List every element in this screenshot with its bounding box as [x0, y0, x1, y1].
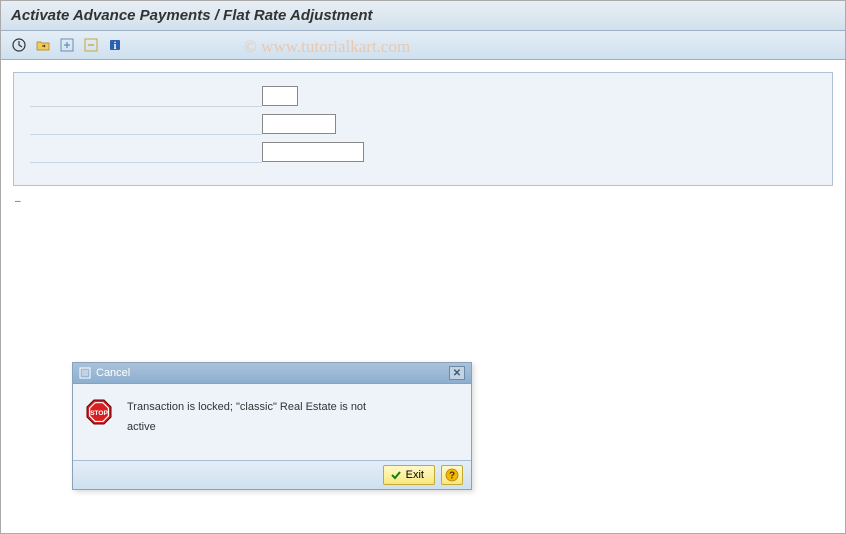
stray-mark: – [15, 196, 21, 207]
page-title: Activate Advance Payments / Flat Rate Ad… [11, 7, 373, 24]
form-input-3[interactable] [262, 142, 364, 162]
form-row-2 [30, 113, 816, 135]
dialog-title-text: Cancel [96, 367, 130, 379]
application-toolbar: i [1, 31, 845, 60]
dialog-footer: Exit ? [73, 460, 471, 489]
stop-icon: STOP [85, 398, 113, 426]
form-label-1 [30, 85, 262, 107]
clock-execute-icon [12, 38, 26, 52]
exit-button[interactable]: Exit [383, 465, 435, 485]
collapse-button[interactable] [81, 35, 101, 55]
svg-text:?: ? [449, 470, 455, 481]
dialog-titlebar: Cancel ✕ [73, 363, 471, 384]
expand-plus-icon [60, 38, 74, 52]
exit-button-label: Exit [406, 469, 424, 481]
dialog-list-icon [79, 367, 91, 379]
form-panel [13, 72, 833, 186]
form-label-2 [30, 113, 262, 135]
close-icon: ✕ [453, 368, 461, 379]
get-variant-button[interactable] [33, 35, 53, 55]
form-input-2[interactable] [262, 114, 336, 134]
info-icon: i [108, 38, 122, 52]
form-row-1 [30, 85, 816, 107]
cancel-dialog: Cancel ✕ STOP Transaction is locked; "cl… [72, 362, 472, 490]
help-button[interactable]: ? [441, 465, 463, 485]
svg-text:STOP: STOP [90, 410, 108, 417]
dialog-body: STOP Transaction is locked; "classic" Re… [73, 384, 471, 460]
info-button[interactable]: i [105, 35, 125, 55]
dialog-message: Transaction is locked; "classic" Real Es… [127, 398, 397, 438]
dialog-close-button[interactable]: ✕ [449, 366, 465, 380]
form-input-1[interactable] [262, 86, 298, 106]
form-row-3 [30, 141, 816, 163]
help-icon: ? [445, 468, 459, 482]
check-icon [390, 469, 402, 481]
execute-button[interactable] [9, 35, 29, 55]
content-area [1, 60, 845, 198]
collapse-minus-icon [84, 38, 98, 52]
expand-button[interactable] [57, 35, 77, 55]
folder-arrow-icon [36, 38, 50, 52]
window-title-bar: Activate Advance Payments / Flat Rate Ad… [1, 1, 845, 31]
form-label-3 [30, 141, 262, 163]
svg-text:i: i [114, 41, 117, 52]
